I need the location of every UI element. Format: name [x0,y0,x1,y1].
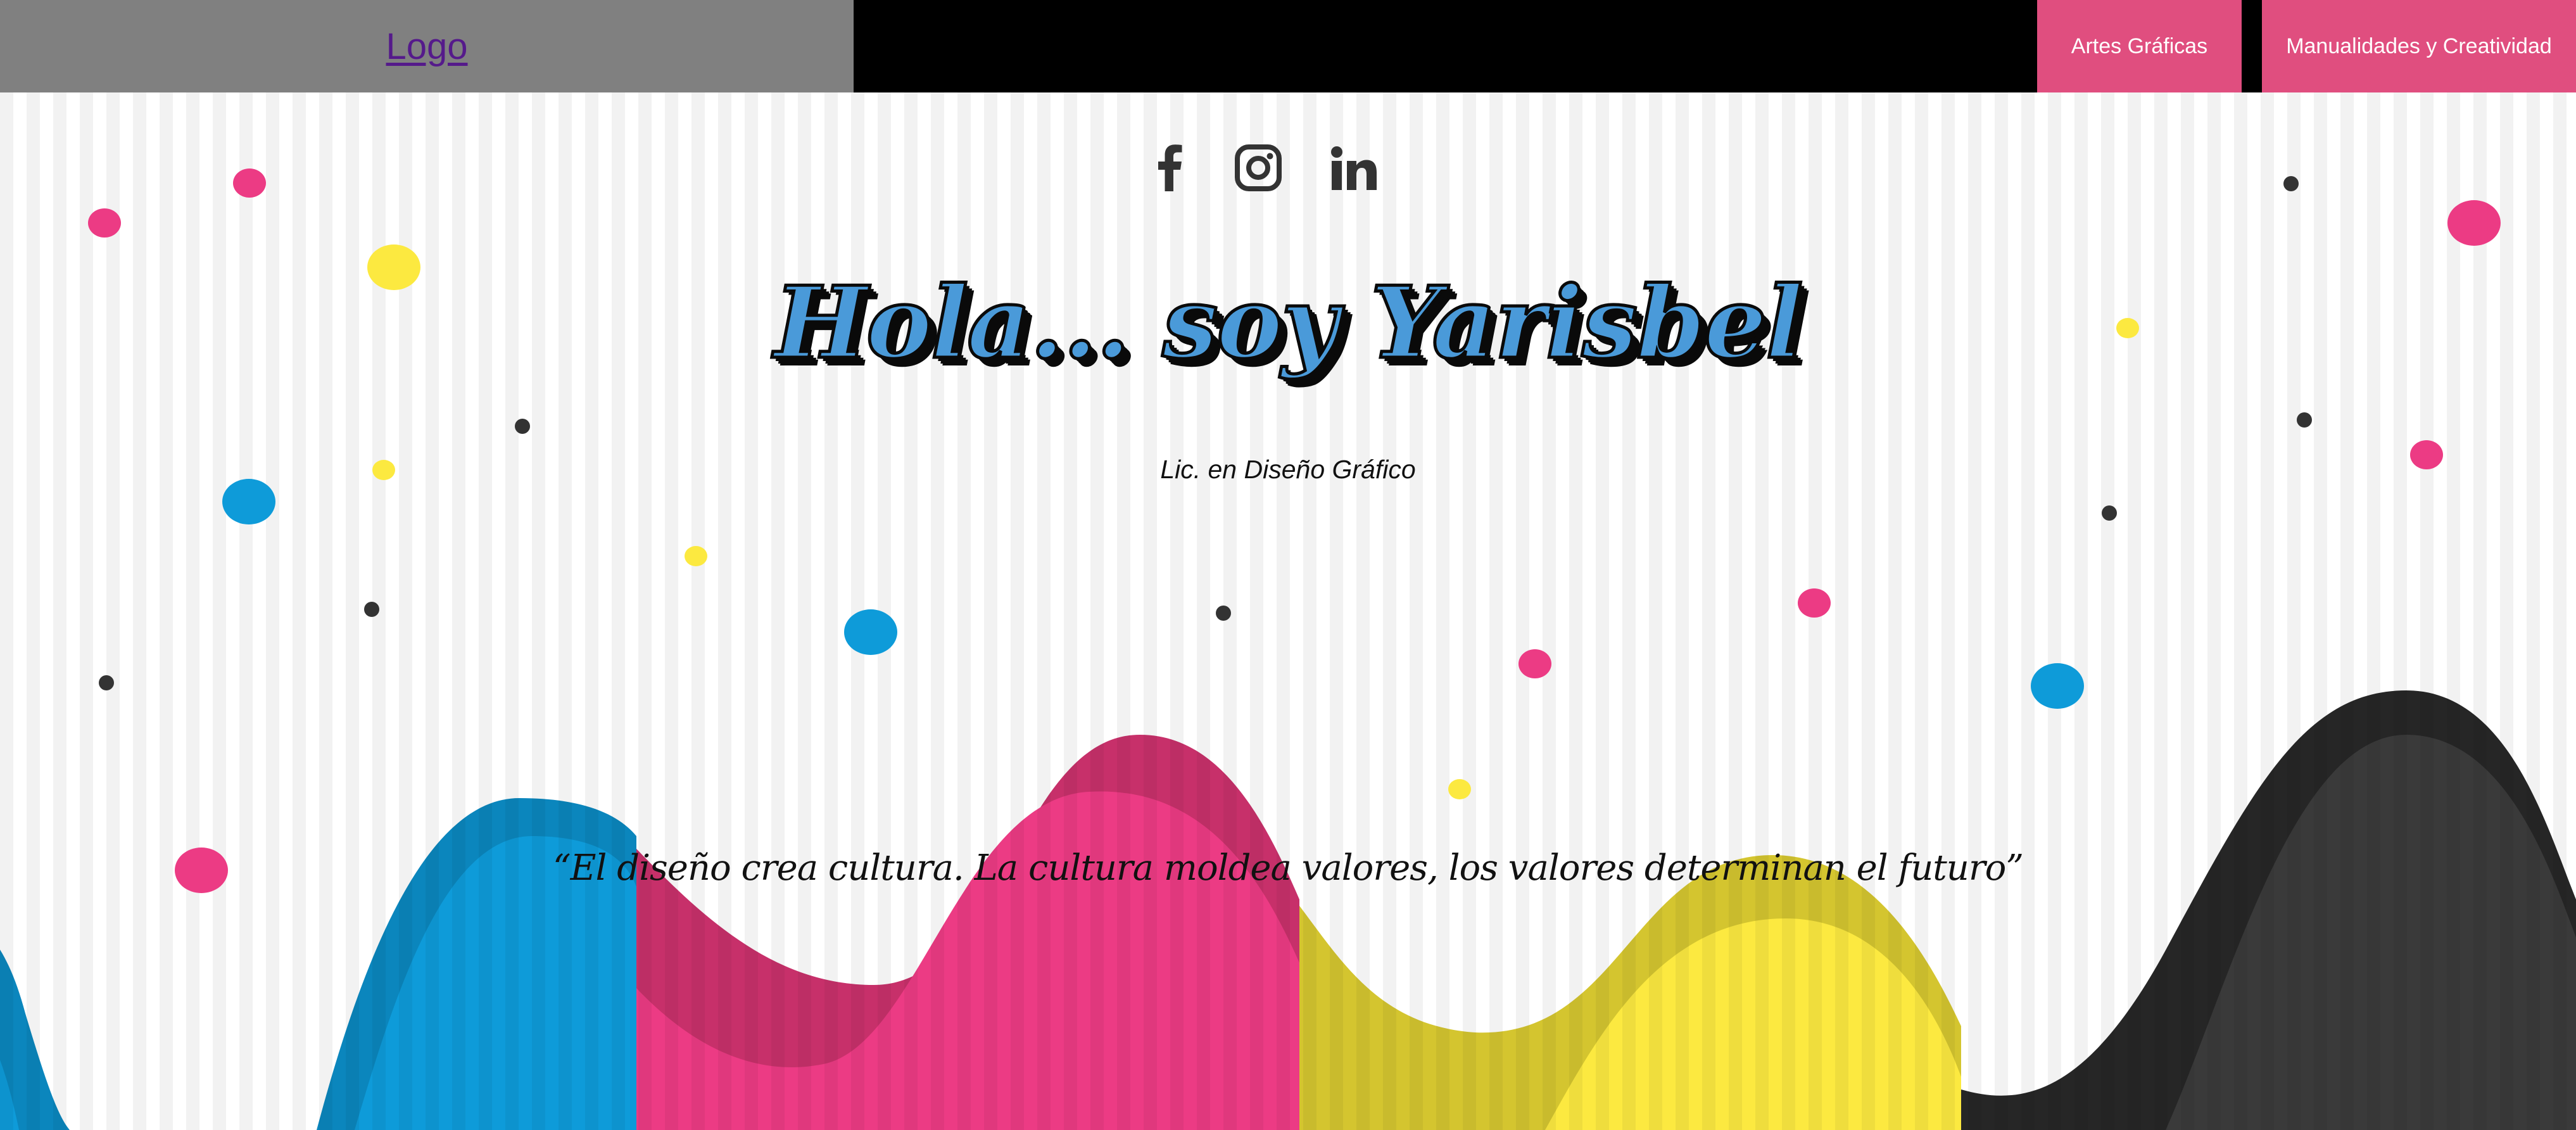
nav-artes-graficas-button[interactable]: Artes Gráficas [2037,0,2242,92]
social-links [0,139,2576,196]
logo-link[interactable]: Logo [386,25,467,68]
nav-manualidades-creatividad-button[interactable]: Manualidades y Creatividad [2262,0,2576,92]
linkedin-icon[interactable] [1323,139,1380,196]
facebook-icon[interactable] [1142,139,1199,196]
hero-title: Hola... soy Yarisbel [773,263,1805,383]
top-navbar: Logo Artes Gráficas Manualidades y Creat… [0,0,2576,92]
logo-area: Logo [0,0,854,92]
instagram-icon[interactable] [1230,139,1287,196]
hero-quote: “El diseño crea cultura. La cultura mold… [553,848,2024,889]
hero-subtitle: Lic. en Diseño Gráfico [1160,455,1416,484]
